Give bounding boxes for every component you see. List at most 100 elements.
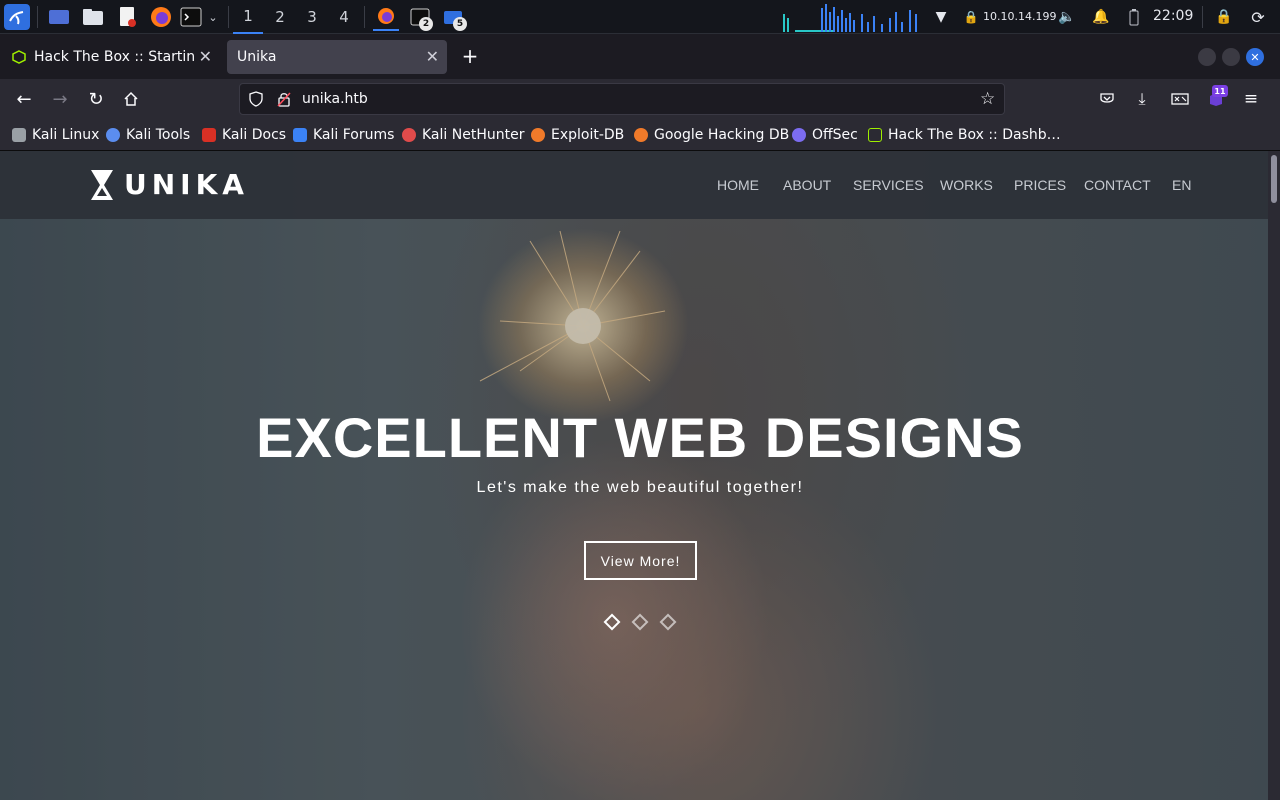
close-tab-icon[interactable]: ✕ xyxy=(199,47,212,66)
workspace-4[interactable]: 4 xyxy=(329,0,359,34)
logout-icon[interactable]: ⟳ xyxy=(1246,5,1270,29)
bookmark-kali-forums[interactable]: Kali Forums xyxy=(293,126,394,144)
nav-contact[interactable]: CONTACT xyxy=(1084,177,1151,193)
ghdb-icon xyxy=(634,128,648,142)
extension-count-badge: 11 xyxy=(1212,85,1228,97)
nav-about[interactable]: ABOUT xyxy=(783,177,831,193)
vpn-lock-icon[interactable]: 🔒 xyxy=(959,5,983,29)
site-header: UNIKA HOME ABOUT SERVICES WORKS PRICES C… xyxy=(0,151,1268,219)
offsec-icon xyxy=(792,128,806,142)
bookmarks-toolbar: Kali Linux Kali Tools Kali Docs Kali For… xyxy=(0,119,1280,151)
scrollbar-thumb[interactable] xyxy=(1271,155,1277,203)
close-window-button[interactable]: ✕ xyxy=(1246,48,1264,66)
bookmark-label: Kali NetHunter xyxy=(422,127,525,143)
tracking-shield-icon[interactable] xyxy=(248,91,264,111)
tab-title: Unika xyxy=(237,49,277,65)
bookmark-kali-linux[interactable]: Kali Linux xyxy=(12,126,99,144)
bookmark-kali-nethunter[interactable]: Kali NetHunter xyxy=(402,126,524,144)
bookmark-offsec[interactable]: OffSec xyxy=(792,126,858,144)
bookmark-label: OffSec xyxy=(812,127,858,143)
browser-nav-toolbar: ← → ↻ unika.htb ☆ ⤓ 11 ≡ xyxy=(0,79,1280,119)
lock-screen-icon[interactable]: 🔒 xyxy=(1212,5,1236,29)
clock[interactable]: 22:09 xyxy=(1153,8,1193,24)
web-page-viewport: UNIKA HOME ABOUT SERVICES WORKS PRICES C… xyxy=(0,151,1268,800)
minimize-window-button[interactable] xyxy=(1198,48,1216,66)
kali-dragon-icon xyxy=(12,128,26,142)
text-editor-icon[interactable] xyxy=(115,5,139,29)
firefox-launcher-icon[interactable] xyxy=(149,5,173,29)
tab-title: Hack The Box :: Starting P xyxy=(34,49,194,65)
bookmark-label: Kali Docs xyxy=(222,127,287,143)
desktop-icon[interactable] xyxy=(47,5,71,29)
file-manager-icon[interactable] xyxy=(81,5,105,29)
firefox-window-icon[interactable] xyxy=(373,3,399,31)
workspace-1[interactable]: 1 xyxy=(233,0,263,34)
new-tab-button[interactable]: + xyxy=(458,44,482,68)
bookmark-label: Kali Forums xyxy=(313,127,395,143)
pocket-icon[interactable] xyxy=(1095,87,1119,111)
bookmark-kali-docs[interactable]: Kali Docs xyxy=(202,126,286,144)
kali-docs-icon xyxy=(202,128,216,142)
bookmark-google-hacking-db[interactable]: Google Hacking DB xyxy=(634,126,789,144)
folder-window-count-text: 5 xyxy=(456,19,464,29)
nav-language[interactable]: EN xyxy=(1172,177,1191,193)
bookmark-star-icon[interactable]: ☆ xyxy=(980,89,995,109)
nav-prices[interactable]: PRICES xyxy=(1014,177,1066,193)
downloads-icon[interactable]: ⤓ xyxy=(1130,87,1154,111)
maximize-window-button[interactable] xyxy=(1222,48,1240,66)
close-tab-icon[interactable]: ✕ xyxy=(426,47,439,66)
nav-works[interactable]: WORKS xyxy=(940,177,993,193)
hero-subtitle: Let's make the web beautiful together! xyxy=(476,479,804,496)
taskbar-separator xyxy=(228,6,229,28)
bookmark-hack-the-box[interactable]: Hack The Box :: Dashb… xyxy=(868,126,1061,144)
nethunter-icon xyxy=(402,128,416,142)
view-more-button[interactable]: View More! xyxy=(584,541,697,580)
vpn-ip-address: 10.10.14.199 xyxy=(983,10,1057,23)
htb-cube-icon xyxy=(12,50,26,64)
workspace-3[interactable]: 3 xyxy=(297,0,327,34)
volume-icon[interactable]: 🔈 xyxy=(1055,5,1079,29)
bookmark-kali-tools[interactable]: Kali Tools xyxy=(106,126,190,144)
nav-services[interactable]: SERVICES xyxy=(853,177,924,193)
workspace-2[interactable]: 2 xyxy=(265,0,295,34)
forward-arrow-icon[interactable]: → xyxy=(48,87,72,111)
network-activity-graph xyxy=(781,4,921,32)
bookmark-label: Hack The Box :: Dashb… xyxy=(888,127,1061,143)
hero-overlay xyxy=(0,151,1268,800)
address-bar[interactable]: unika.htb ☆ xyxy=(239,83,1005,115)
bookmark-exploit-db[interactable]: Exploit-DB xyxy=(531,126,624,144)
url-text: unika.htb xyxy=(302,91,368,107)
kali-forums-icon xyxy=(293,128,307,142)
bookmark-label: Kali Linux xyxy=(32,127,100,143)
taskbar-separator xyxy=(364,6,365,28)
chevron-down-icon[interactable]: ⌄ xyxy=(204,5,222,29)
system-taskbar: ⌄ 1 2 3 4 2 5 ▼ 🔒 10.10.14.199 🔈 🔔 22:09… xyxy=(0,0,1280,34)
tab-hack-the-box[interactable]: Hack The Box :: Starting P ✕ xyxy=(2,40,220,74)
tab-unika[interactable]: Unika ✕ xyxy=(227,40,447,74)
nav-home[interactable]: HOME xyxy=(717,177,759,193)
reload-icon[interactable]: ↻ xyxy=(84,87,108,111)
wifi-icon[interactable]: ▼ xyxy=(929,5,953,29)
insecure-lock-icon[interactable] xyxy=(276,91,292,111)
htb-cube-icon xyxy=(868,128,882,142)
extension-icon[interactable] xyxy=(1168,87,1192,111)
taskbar-separator xyxy=(37,6,38,28)
browser-tab-bar: Hack The Box :: Starting P ✕ Unika ✕ + ✕ xyxy=(0,35,1280,79)
exploit-db-icon xyxy=(531,128,545,142)
hamburger-menu-icon[interactable]: ≡ xyxy=(1239,87,1263,111)
battery-icon[interactable] xyxy=(1122,5,1146,29)
unika-hourglass-logo-icon[interactable] xyxy=(90,169,114,201)
back-arrow-icon[interactable]: ← xyxy=(12,87,36,111)
terminal-window-count: 2 xyxy=(419,17,433,31)
home-icon[interactable] xyxy=(119,87,143,111)
notification-bell-icon[interactable]: 🔔 xyxy=(1089,5,1113,29)
folder-window-count: 5 xyxy=(453,17,467,31)
site-logo-text[interactable]: UNIKA xyxy=(124,168,249,201)
hero-title: EXCELLENT WEB DESIGNS xyxy=(256,406,1024,469)
terminal-launcher-icon[interactable] xyxy=(179,5,203,29)
bookmark-label: Exploit-DB xyxy=(551,127,625,143)
kali-tools-icon xyxy=(106,128,120,142)
kali-menu-icon[interactable] xyxy=(4,4,30,30)
page-scrollbar[interactable] xyxy=(1268,151,1280,800)
bookmark-label: Google Hacking DB xyxy=(654,127,790,143)
